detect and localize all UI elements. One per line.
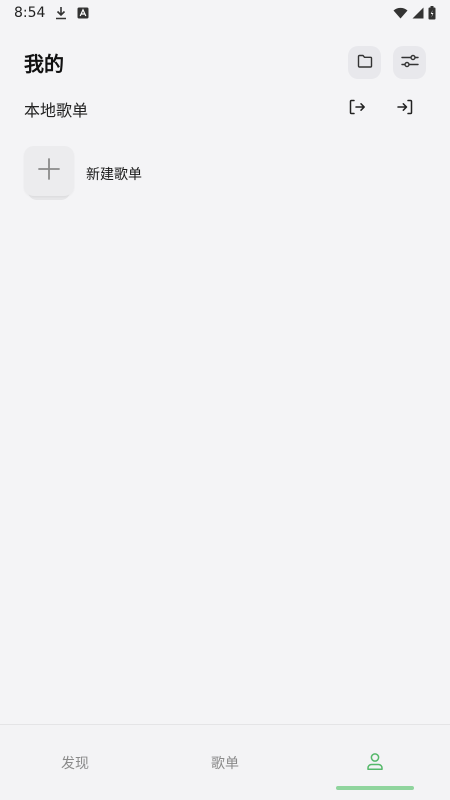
active-indicator <box>336 786 414 790</box>
sliders-icon <box>400 53 419 72</box>
header-actions <box>348 45 426 79</box>
status-left: 8:54 <box>14 5 89 21</box>
nav-profile[interactable] <box>300 725 450 800</box>
import-button[interactable] <box>394 98 416 120</box>
local-playlists-header: 本地歌单 <box>24 94 422 124</box>
status-bar: 8:54 <box>0 0 450 26</box>
nav-discover-label: 发现 <box>61 755 89 772</box>
section-actions <box>346 98 422 120</box>
signal-icon <box>412 7 424 19</box>
import-icon <box>396 98 414 120</box>
export-button[interactable] <box>346 98 368 120</box>
download-icon <box>55 6 67 20</box>
cover-front <box>24 146 74 196</box>
page-title: 我的 <box>24 51 64 76</box>
user-icon <box>365 751 385 775</box>
nav-playlists[interactable]: 歌单 <box>150 725 300 800</box>
export-icon <box>348 98 366 120</box>
header: 我的 <box>24 44 426 80</box>
new-playlist-cover <box>24 146 74 202</box>
new-playlist-item[interactable]: 新建歌单 <box>24 146 142 202</box>
bottom-nav: 发现 歌单 <box>0 724 450 800</box>
folder-icon <box>357 53 373 72</box>
settings-button[interactable] <box>393 45 426 79</box>
plus-icon <box>37 157 61 185</box>
wifi-icon <box>393 7 408 19</box>
nav-discover[interactable]: 发现 <box>0 725 150 800</box>
nav-playlists-label: 歌单 <box>211 755 239 772</box>
new-playlist-label: 新建歌单 <box>86 167 142 183</box>
status-right <box>393 6 436 20</box>
section-title: 本地歌单 <box>24 101 89 120</box>
app-notification-icon <box>77 7 89 19</box>
folder-button[interactable] <box>348 45 381 79</box>
status-time: 8:54 <box>14 5 46 21</box>
battery-icon <box>428 6 436 20</box>
